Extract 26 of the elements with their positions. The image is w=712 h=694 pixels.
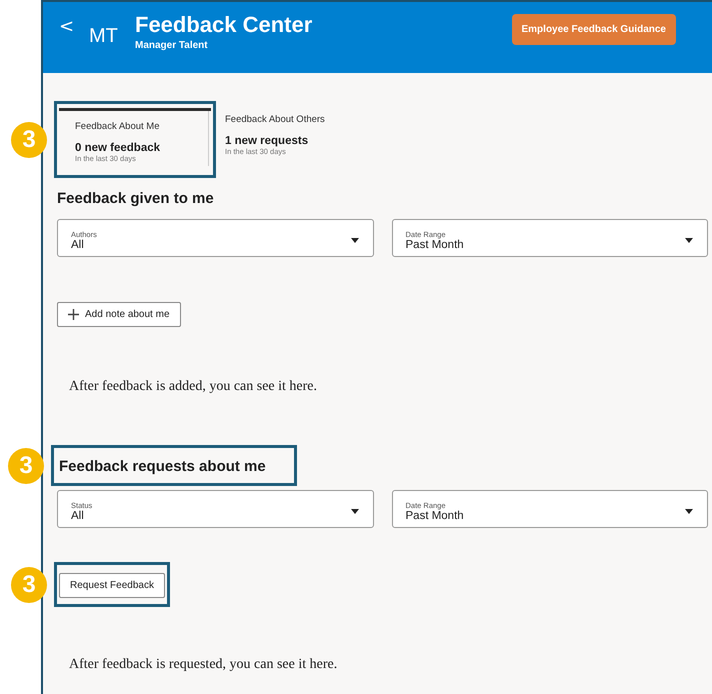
initials-text: MT <box>89 25 119 48</box>
callout-badge: 3 <box>11 566 47 602</box>
callout-badge: 3 <box>8 448 44 484</box>
page-title: Feedback Center <box>135 12 314 38</box>
empty-message: After feedback is added, you can see it here. <box>69 379 318 395</box>
field-value: All <box>71 239 84 251</box>
page-subtitle: Manager Talent <box>135 40 208 51</box>
tab-label: Feedback About Me <box>75 121 160 132</box>
request-button[interactable]: Request Feedback <box>59 573 165 598</box>
empty-message: After feedback is requested, you can see it here. <box>69 657 338 673</box>
add-note-button[interactable]: Add note about me <box>57 302 181 327</box>
caret-icon <box>350 238 358 243</box>
tab-count: 0 new feedback <box>75 142 160 154</box>
callout-badge: 3 <box>11 122 47 158</box>
section-heading: Feedback requests about me <box>59 458 266 475</box>
tab-count: 1 new requests <box>225 135 308 147</box>
field-value: All <box>71 510 84 522</box>
caret-icon <box>350 509 358 514</box>
tab-label: Feedback About Others <box>225 114 325 125</box>
back-button[interactable]: < <box>59 16 89 37</box>
caret-icon <box>685 238 693 243</box>
caret-icon <box>685 509 693 514</box>
section-heading: Feedback given to me <box>57 190 214 207</box>
plus-icon <box>68 309 79 320</box>
field-value: Past Month <box>406 510 464 522</box>
field-value: Past Month <box>406 239 464 251</box>
